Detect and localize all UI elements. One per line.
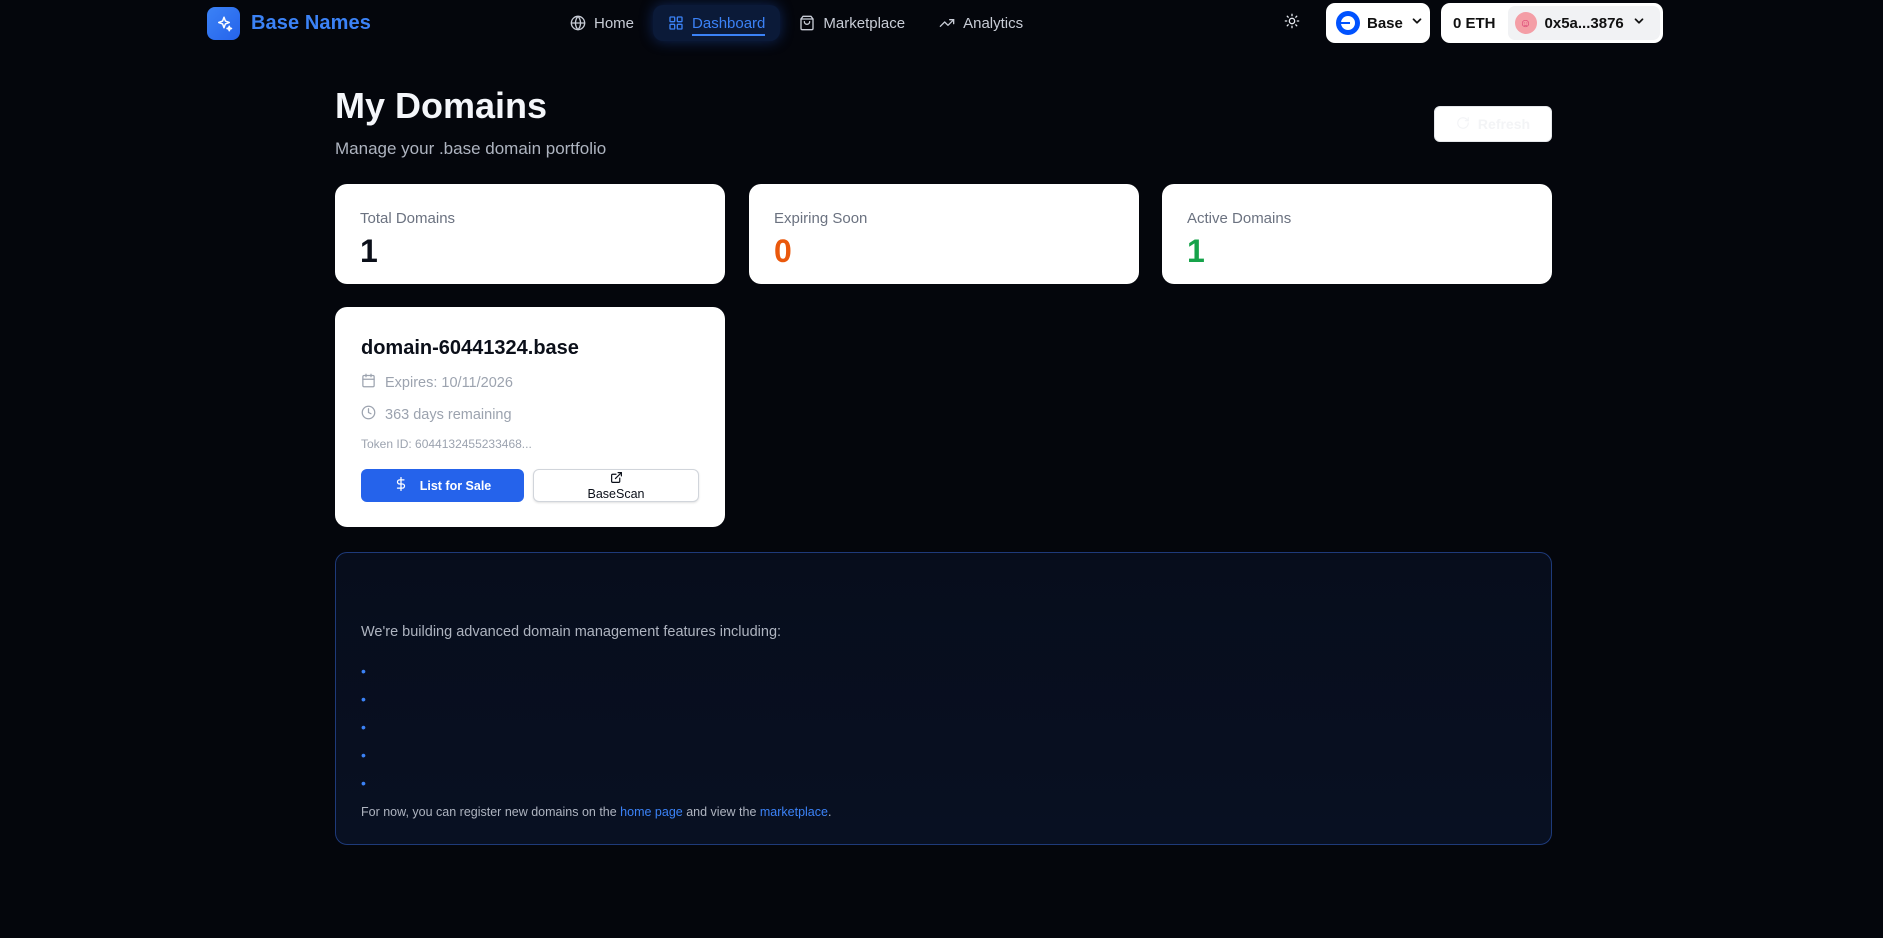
nav-dashboard-label: Dashboard <box>692 15 766 36</box>
trending-up-icon <box>939 15 955 31</box>
marketplace-link[interactable]: marketplace <box>760 805 828 819</box>
chevron-down-icon <box>1410 14 1424 32</box>
basescan-label: BaseScan <box>587 487 645 501</box>
stat-card-expiring: Expiring Soon 0 <box>749 184 1139 284</box>
avatar: ☺ <box>1514 12 1537 34</box>
globe-icon <box>570 15 586 31</box>
bullet-icon: • <box>361 691 366 707</box>
nav-analytics-label: Analytics <box>963 14 1024 32</box>
bullet-icon: • <box>361 747 366 763</box>
stat-value: 0 <box>774 233 792 269</box>
basescan-button[interactable]: BaseScan <box>533 469 699 502</box>
chevron-down-icon <box>1632 14 1646 32</box>
page-subtitle: Manage your .base domain portfolio <box>335 139 607 158</box>
info-intro: We're building advanced domain managemen… <box>361 624 782 640</box>
stat-label: Expiring Soon <box>774 210 868 227</box>
nav-home[interactable]: Home <box>555 5 649 41</box>
sun-icon <box>1284 13 1300 34</box>
feature-list: • • • • • <box>361 657 366 797</box>
refresh-icon <box>1456 116 1470 133</box>
chain-selector-button[interactable]: Base <box>1326 3 1430 43</box>
brand-name: Base Names <box>251 12 371 34</box>
domain-card: domain-60441324.base Expires: 10/11/2026… <box>335 307 725 527</box>
coming-soon-panel: We're building advanced domain managemen… <box>335 552 1552 845</box>
refresh-label: Refresh <box>1477 116 1531 132</box>
nav-marketplace[interactable]: Marketplace <box>784 5 920 41</box>
wallet-address: 0x5a...3876 <box>1544 14 1624 32</box>
top-navbar: Base Names Home Dashboard Marketplace An… <box>0 0 1883 46</box>
shopping-bag-icon <box>799 15 815 31</box>
page-title: My Domains <box>335 85 548 126</box>
bullet-icon: • <box>361 719 366 735</box>
wallet-button[interactable]: 0 ETH ☺ 0x5a...3876 <box>1441 3 1663 43</box>
stat-card-active: Active Domains 1 <box>1162 184 1552 284</box>
sparkles-logo-icon <box>207 7 240 40</box>
expiry-date: Expires: 10/11/2026 <box>385 374 513 391</box>
main-nav: Home Dashboard Marketplace Analytics <box>555 5 1038 41</box>
expiry-row: Expires: 10/11/2026 <box>361 373 513 392</box>
theme-toggle-button[interactable] <box>1282 13 1302 33</box>
refresh-button[interactable]: Refresh <box>1434 106 1552 142</box>
list-item: • <box>361 657 366 685</box>
home-page-link[interactable]: home page <box>620 805 683 819</box>
list-for-sale-label: List for Sale <box>419 478 492 493</box>
base-chain-icon <box>1336 11 1360 35</box>
chain-label: Base <box>1367 14 1403 32</box>
info-footer: For now, you can register new domains on… <box>361 805 832 819</box>
list-item: • <box>361 713 366 741</box>
stat-value: 1 <box>360 233 378 269</box>
list-item: • <box>361 769 366 797</box>
bullet-icon: • <box>361 663 366 679</box>
wallet-account[interactable]: ☺ 0x5a...3876 <box>1507 6 1660 40</box>
stat-label: Active Domains <box>1187 210 1292 227</box>
external-link-icon <box>610 471 623 487</box>
stat-label: Total Domains <box>360 210 456 227</box>
stat-value: 1 <box>1187 233 1205 269</box>
wallet-balance: 0 ETH <box>1453 14 1496 32</box>
list-for-sale-button[interactable]: List for Sale <box>361 469 524 502</box>
nav-analytics[interactable]: Analytics <box>924 5 1038 41</box>
nav-dashboard[interactable]: Dashboard <box>653 5 781 41</box>
dollar-icon <box>394 476 408 494</box>
calendar-icon <box>361 373 376 392</box>
token-id: Token ID: 6044132455233468... <box>361 437 532 451</box>
remaining-row: 363 days remaining <box>361 405 512 424</box>
nav-home-label: Home <box>594 14 635 32</box>
days-remaining: 363 days remaining <box>385 406 512 423</box>
brand[interactable]: Base Names <box>207 7 371 40</box>
dashboard-grid-icon <box>668 15 684 31</box>
domain-name: domain-60441324.base <box>361 337 579 359</box>
bullet-icon: • <box>361 775 366 791</box>
clock-icon <box>361 405 376 424</box>
nav-marketplace-label: Marketplace <box>823 14 906 32</box>
stat-card-total: Total Domains 1 <box>335 184 725 284</box>
list-item: • <box>361 741 366 769</box>
list-item: • <box>361 685 366 713</box>
